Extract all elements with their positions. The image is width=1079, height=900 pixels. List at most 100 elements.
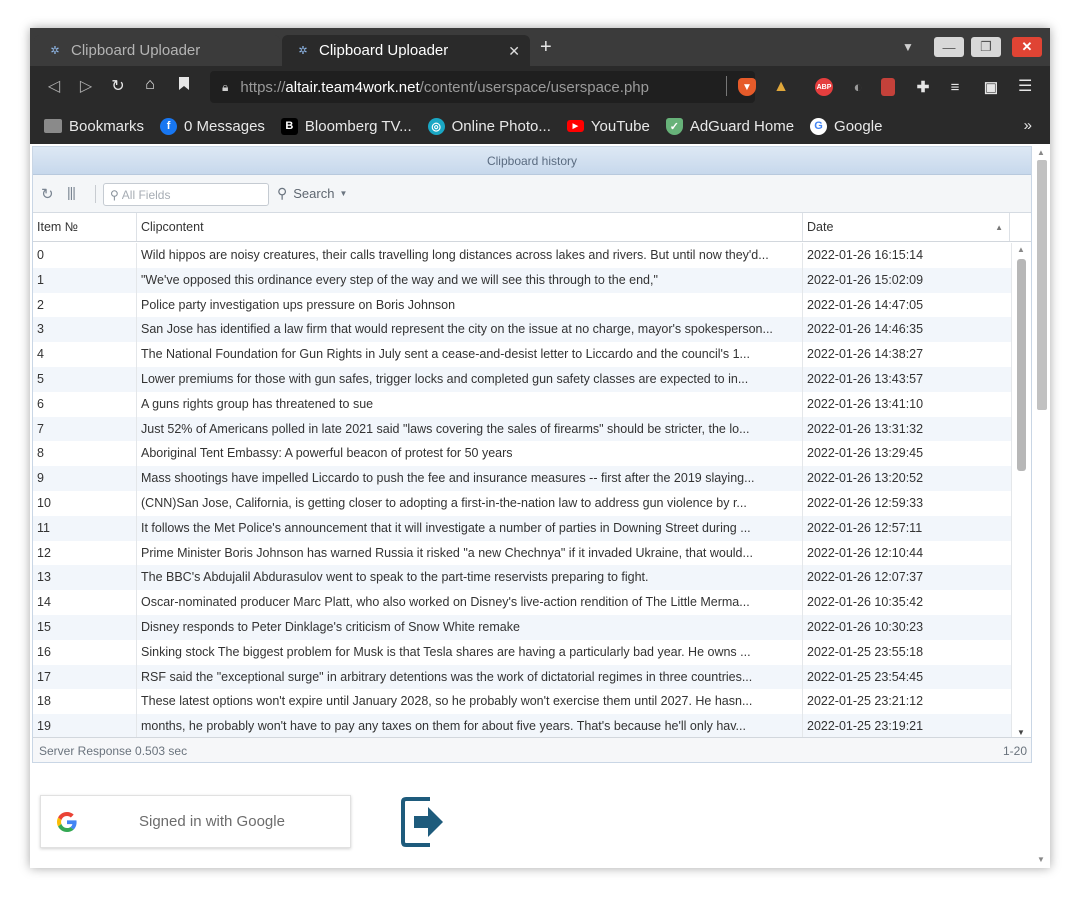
- logout-icon[interactable]: [400, 796, 446, 848]
- cell-clipcontent: Lower premiums for those with gun safes,…: [137, 366, 803, 392]
- table-row[interactable]: 11 It follows the Met Police's announceme…: [33, 515, 1031, 541]
- cell-clipcontent: months, he probably won't have to pay an…: [137, 714, 803, 739]
- brave-rewards-icon[interactable]: ▲: [772, 78, 790, 96]
- page-scrollbar[interactable]: ▲ ▼: [1034, 144, 1050, 868]
- cell-date: 2022-01-26 14:46:35: [807, 322, 924, 337]
- table-row[interactable]: 9 Mass shootings have impelled Liccardo t…: [33, 466, 1031, 491]
- column-header-clipcontent[interactable]: Clipcontent: [137, 213, 803, 241]
- table-row[interactable]: 19 months, he probably won't have to pay …: [33, 714, 1031, 739]
- tab-clipboard-uploader-2[interactable]: ✲ Clipboard Uploader ✕: [282, 35, 530, 66]
- adblock-plus-icon[interactable]: ABP: [815, 78, 833, 96]
- forward-arrow-icon[interactable]: ▷: [76, 76, 96, 96]
- address-bar[interactable]: 🔒︎ https://altair.team4work.net/content/…: [210, 71, 755, 103]
- cell-clipcontent: A guns rights group has threatened to su…: [137, 391, 803, 417]
- page-scroll-thumb[interactable]: [1037, 160, 1047, 410]
- bookmark-google[interactable]: G Google: [810, 117, 882, 135]
- bookmark-facebook[interactable]: f 0 Messages: [160, 117, 265, 135]
- extensions-puzzle-icon[interactable]: ✚: [914, 78, 932, 96]
- search-button[interactable]: ⚲ Search ▼: [277, 185, 347, 202]
- bookmark-adguard[interactable]: ✓ AdGuard Home: [665, 117, 794, 135]
- tab-clipboard-uploader-1[interactable]: ✲ Clipboard Uploader: [34, 35, 280, 66]
- reader-extension-icon[interactable]: [881, 78, 895, 96]
- table-row[interactable]: 10 (CNN)San Jose, California, is getting …: [33, 490, 1031, 516]
- table-row[interactable]: 4 The National Foundation for Gun Rights …: [33, 342, 1031, 367]
- table-row[interactable]: 1 "We've opposed this ordinance every ste…: [33, 267, 1031, 293]
- lock-icon[interactable]: 🔒︎: [222, 80, 228, 95]
- table-row[interactable]: 16 Sinking stock The biggest problem for …: [33, 639, 1031, 665]
- bookmark-icon[interactable]: [174, 76, 194, 96]
- table-row[interactable]: 15 Disney responds to Peter Dinklage's cr…: [33, 614, 1031, 640]
- table-row[interactable]: 6A guns rights group has threatened to s…: [33, 391, 1031, 417]
- table-row[interactable]: 12 Prime Minister Boris Johnson has warne…: [33, 540, 1031, 566]
- bookmarks-overflow-chevron-icon[interactable]: »: [1024, 117, 1032, 134]
- minimize-button[interactable]: —: [934, 37, 964, 57]
- scroll-down-arrow-icon[interactable]: ▼: [1017, 728, 1025, 737]
- wallet-icon[interactable]: ▣: [982, 78, 1000, 96]
- grid-title: Clipboard history: [33, 147, 1031, 175]
- cell-item-number: 11: [33, 515, 137, 541]
- cell-clipcontent: Prime Minister Boris Johnson has warned …: [137, 540, 803, 566]
- bookmark-folder[interactable]: Bookmarks: [44, 118, 144, 135]
- table-row[interactable]: 8 Aboriginal Tent Embassy: A powerful bea…: [33, 441, 1031, 467]
- dark-mode-icon[interactable]: ◐: [849, 78, 867, 96]
- brave-shields-icon[interactable]: ▼: [738, 78, 756, 96]
- back-arrow-icon[interactable]: ◁: [44, 76, 64, 96]
- page-scroll-down-icon[interactable]: ▼: [1037, 855, 1045, 864]
- cell-clipcontent: RSF said the "exceptional surge" in arbi…: [137, 664, 803, 690]
- table-row[interactable]: 3 San Jose has identified a law firm that…: [33, 317, 1031, 343]
- cell-date: 2022-01-26 14:47:05: [807, 297, 924, 312]
- grid-toolbar: ↻ ||| ⚲ ⚲ Search ▼: [33, 175, 1031, 213]
- table-row[interactable]: 13 The BBC's Abdujalil Abdurasulov went t…: [33, 565, 1031, 591]
- cell-item-number: 8: [33, 441, 137, 467]
- tab-title: Clipboard Uploader: [71, 42, 201, 59]
- search-field-magnifier-icon: ⚲: [110, 187, 119, 202]
- cell-date: 2022-01-26 12:57:11: [807, 520, 923, 535]
- search-field-wrapper: ⚲: [103, 183, 269, 206]
- cell-date: 2022-01-26 10:35:42: [807, 595, 924, 610]
- restore-button[interactable]: ❐: [971, 37, 1001, 57]
- grid-body: 0 Wild hippos are noisy creatures, their …: [33, 243, 1031, 739]
- tab-list-chevron-down-icon[interactable]: ▼: [902, 40, 914, 54]
- search-input[interactable]: [121, 187, 262, 202]
- column-header-date[interactable]: Date ▲: [803, 213, 1010, 241]
- cell-clipcontent: Wild hippos are noisy creatures, their c…: [137, 243, 803, 268]
- menu-hamburger-icon[interactable]: ☰: [1018, 76, 1032, 96]
- close-tab-icon[interactable]: ✕: [508, 43, 520, 60]
- cell-clipcontent: Oscar-nominated producer Marc Platt, who…: [137, 590, 803, 615]
- scroll-thumb[interactable]: [1017, 259, 1026, 471]
- cell-item-number: 19: [33, 714, 137, 739]
- bookmarks-bar: Bookmarks f 0 Messages B Bloomberg TV...…: [30, 108, 1050, 144]
- page-scroll-up-icon[interactable]: ▲: [1037, 148, 1045, 157]
- new-tab-button[interactable]: +: [540, 36, 552, 59]
- close-window-button[interactable]: ✕: [1012, 37, 1042, 57]
- signed-in-label: Signed in with Google: [139, 813, 285, 830]
- cell-date: 2022-01-25 23:19:21: [807, 719, 924, 734]
- table-row[interactable]: 5 Lower premiums for those with gun safes…: [33, 366, 1031, 392]
- cell-item-number: 3: [33, 317, 137, 343]
- columns-icon[interactable]: |||: [67, 184, 76, 200]
- reload-icon[interactable]: ↻: [108, 76, 128, 96]
- cell-item-number: 1: [33, 267, 137, 293]
- sort-ascending-icon[interactable]: ▲: [995, 213, 1003, 241]
- facebook-icon: f: [160, 117, 178, 135]
- column-header-item[interactable]: Item №: [33, 213, 137, 241]
- cell-date: 2022-01-26 15:02:09: [807, 272, 924, 287]
- home-icon[interactable]: ⌂: [140, 76, 160, 94]
- refresh-icon[interactable]: ↻: [41, 185, 54, 203]
- reading-list-icon[interactable]: ≡: [946, 78, 964, 96]
- table-row[interactable]: 18 These latest options won't expire unti…: [33, 689, 1031, 715]
- bookmark-youtube[interactable]: ▶ YouTube: [566, 118, 650, 135]
- bookmark-bloomberg[interactable]: B Bloomberg TV...: [280, 117, 412, 135]
- search-icon: ⚲: [277, 185, 288, 201]
- table-row[interactable]: 0 Wild hippos are noisy creatures, their …: [33, 243, 1031, 268]
- google-signin-status-button[interactable]: Signed in with Google: [40, 795, 351, 848]
- cell-clipcontent: Just 52% of Americans polled in late 202…: [137, 416, 803, 442]
- cell-item-number: 6: [33, 391, 137, 417]
- grid-scrollbar[interactable]: ▲ ▼: [1011, 243, 1031, 739]
- table-row[interactable]: 14 Oscar-nominated producer Marc Platt, w…: [33, 590, 1031, 615]
- table-row[interactable]: 7 Just 52% of Americans polled in late 20…: [33, 416, 1031, 442]
- table-row[interactable]: 2 Police party investigation ups pressure…: [33, 292, 1031, 318]
- scroll-up-arrow-icon[interactable]: ▲: [1017, 245, 1025, 254]
- table-row[interactable]: 17 RSF said the "exceptional surge" in ar…: [33, 664, 1031, 690]
- bookmark-online-photo[interactable]: ◎ Online Photo...: [427, 117, 551, 135]
